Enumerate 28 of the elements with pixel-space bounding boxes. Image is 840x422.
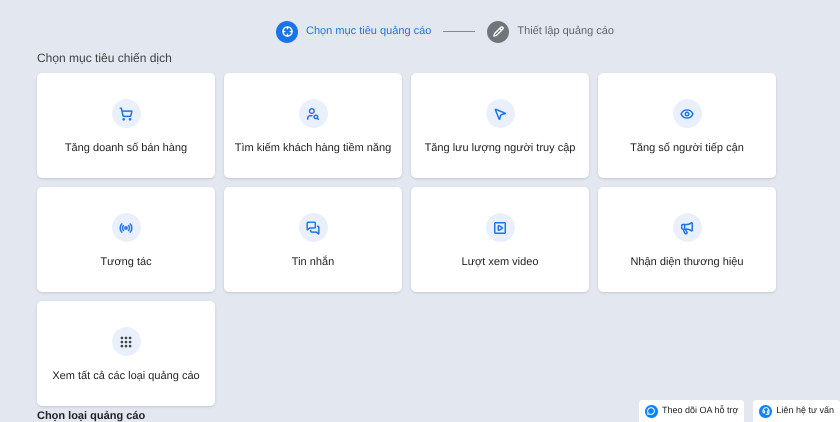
goal-card[interactable]: Xem tất cả các loại quảng cáo	[37, 301, 215, 406]
goal-card[interactable]: Lượt xem video	[411, 187, 589, 292]
chat-bubble-icon	[644, 404, 658, 418]
user-search-icon	[298, 99, 328, 128]
section-heading: Chọn mục tiêu chiến dịch	[37, 50, 172, 67]
step-tab[interactable]: Thiết lập quảng cáo	[487, 20, 614, 42]
chat-icon	[298, 213, 328, 242]
grid-dots-icon	[112, 327, 140, 356]
pencil-icon	[487, 20, 510, 42]
eye-icon	[672, 99, 702, 128]
goal-card[interactable]: Tăng doanh số bán hàng	[37, 73, 215, 178]
cursor-icon	[486, 99, 514, 128]
signal-icon	[112, 213, 140, 242]
goal-card[interactable]: Tìm kiếm khách hàng tiềm năng	[224, 73, 402, 178]
headset-icon	[759, 404, 772, 418]
support-button[interactable]: Theo dõi OA hỗ trợ	[638, 400, 744, 422]
goal-card[interactable]: Tăng số người tiếp cận	[598, 73, 776, 178]
video-play-icon	[486, 213, 514, 242]
goal-card[interactable]: Tin nhắn	[224, 187, 402, 292]
megaphone-icon	[672, 213, 702, 242]
target-icon	[276, 20, 298, 42]
goal-card[interactable]: Nhận diện thương hiệu	[598, 187, 776, 292]
cart-icon	[112, 99, 140, 128]
step-tab[interactable]: Chọn mục tiêu quảng cáo	[276, 20, 432, 42]
goal-card[interactable]: Tăng lưu lượng người truy cập	[411, 73, 589, 178]
support-button[interactable]: Liên hệ tư vấn	[753, 400, 840, 422]
goal-card[interactable]: Tương tác	[37, 187, 215, 292]
section-heading: Chọn loại quảng cáo	[37, 410, 146, 422]
